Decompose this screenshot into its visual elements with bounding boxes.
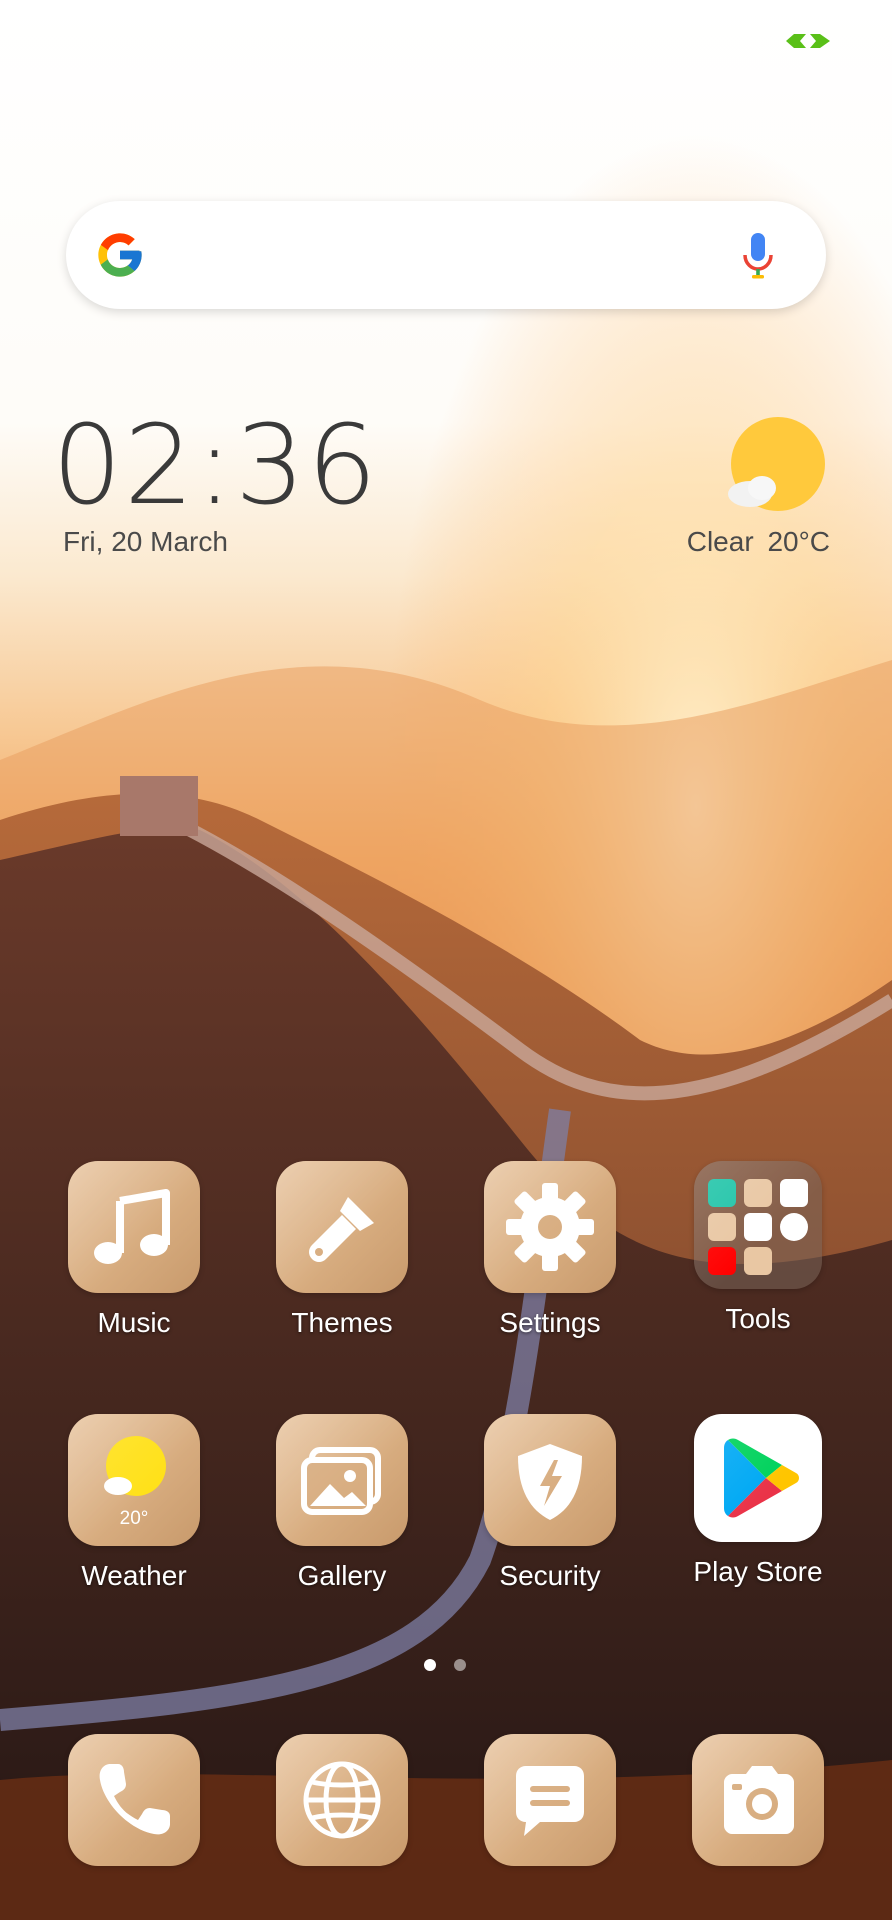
dock-camera[interactable]: [668, 1734, 848, 1866]
shield-bolt-icon: [518, 1444, 582, 1520]
scanner-mini-icon: [708, 1179, 736, 1207]
tool-mini-icon: [744, 1179, 772, 1207]
app-label: Play Store: [693, 1556, 823, 1587]
app-gallery[interactable]: Gallery: [252, 1414, 432, 1592]
weather-summary[interactable]: Clear 20°C: [687, 526, 830, 558]
settings-tile: [484, 1161, 616, 1293]
gear-icon: [506, 1183, 594, 1271]
sun-cloud-icon[interactable]: [724, 414, 828, 518]
security-tile: [484, 1414, 616, 1546]
phone-icon: [99, 1764, 170, 1835]
contacts-mini-icon: [708, 1213, 736, 1241]
phone-tile: [68, 1734, 200, 1866]
duo-mini-icon: [744, 1247, 772, 1275]
app-label: Tools: [725, 1303, 791, 1334]
google-search-bar[interactable]: [66, 201, 826, 309]
globe-icon: [303, 1761, 381, 1839]
weather-tile: 20°: [68, 1414, 200, 1546]
weather-condition: Clear: [686, 526, 754, 557]
photos-icon: [301, 1447, 381, 1515]
dock-browser[interactable]: [252, 1734, 432, 1866]
clock-time[interactable]: 02:36: [52, 410, 379, 520]
app-label: Weather: [81, 1560, 187, 1591]
paintbrush-icon: [309, 1197, 374, 1262]
clock-date[interactable]: Fri, 20 March: [63, 526, 228, 558]
gallery-tile: [276, 1414, 408, 1546]
browser-tile: [276, 1734, 408, 1866]
app-security[interactable]: Security: [460, 1414, 640, 1592]
google-logo-icon: [98, 233, 142, 277]
app-label: Music: [97, 1307, 171, 1338]
play-movies-mini-icon: [780, 1179, 808, 1207]
camera-tile: [692, 1734, 824, 1866]
camera-icon: [724, 1766, 794, 1834]
play-store-icon: [724, 1438, 799, 1518]
microphone-icon[interactable]: [740, 231, 776, 281]
weather-temperature: 20°C: [767, 526, 830, 557]
battery-charging-icon: [786, 34, 830, 48]
folder-icon: [694, 1161, 822, 1289]
themes-tile: [276, 1161, 408, 1293]
app-play-store[interactable]: Play Store: [668, 1414, 848, 1588]
dock-messages[interactable]: [460, 1734, 640, 1866]
app-music[interactable]: Music: [44, 1161, 224, 1339]
app-tools-folder[interactable]: Tools: [668, 1161, 848, 1335]
app-themes[interactable]: Themes: [252, 1161, 432, 1339]
chrome-mini-icon: [780, 1213, 808, 1241]
youtube-mini-icon: [708, 1247, 736, 1275]
play-store-tile: [694, 1414, 822, 1542]
message-icon: [516, 1766, 584, 1836]
app-label: Themes: [291, 1307, 393, 1338]
messages-tile: [484, 1734, 616, 1866]
app-label: Security: [499, 1560, 601, 1591]
app-weather[interactable]: 20° Weather: [44, 1414, 224, 1592]
app-label: Settings: [499, 1307, 601, 1338]
app-label: Gallery: [297, 1560, 387, 1591]
music-note-icon: [94, 1189, 170, 1264]
music-tile: [68, 1161, 200, 1293]
dock-phone[interactable]: [44, 1734, 224, 1866]
page-indicator-dot[interactable]: [454, 1659, 466, 1671]
app-settings[interactable]: Settings: [460, 1161, 640, 1339]
gmail-mini-icon: [744, 1213, 772, 1241]
weather-tile-temp: 20°: [119, 1508, 149, 1529]
page-indicator-dot-active[interactable]: [424, 1659, 436, 1671]
